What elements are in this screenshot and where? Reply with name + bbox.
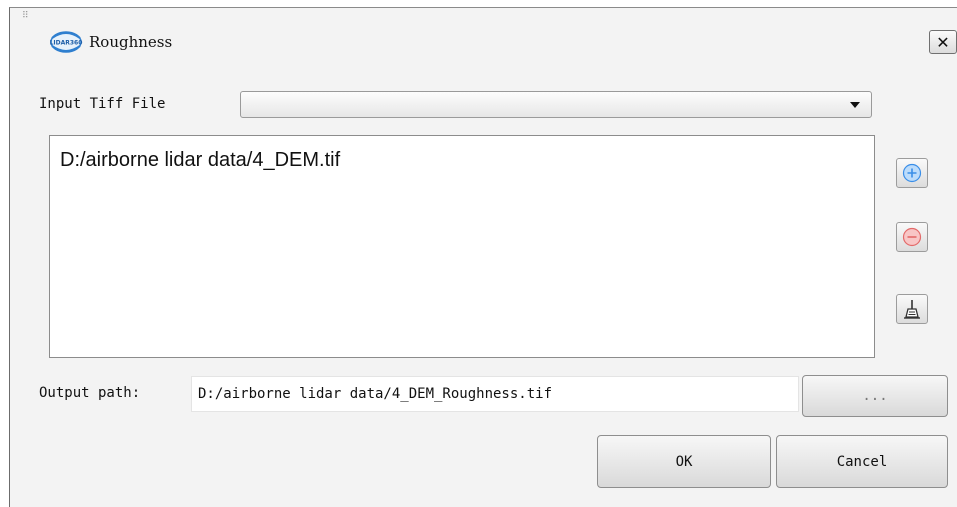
cancel-button[interactable]: Cancel — [776, 435, 948, 488]
browse-button-label: ... — [862, 388, 888, 404]
browse-button[interactable]: ... — [802, 375, 948, 417]
output-path-label: Output path: — [39, 385, 141, 401]
output-path-field[interactable]: D:/airborne lidar data/4_DEM_Roughness.t… — [191, 376, 799, 412]
input-tiff-label: Input Tiff File — [39, 96, 166, 112]
app-logo-text: LIDAR360 — [50, 40, 83, 47]
grip-icon: ⠿ — [22, 11, 29, 21]
input-tiff-combobox[interactable] — [240, 91, 872, 118]
chevron-down-icon — [850, 102, 860, 108]
close-button[interactable]: ✕ — [929, 30, 957, 54]
remove-file-button[interactable] — [896, 222, 928, 252]
add-file-button[interactable] — [896, 158, 928, 188]
ok-button-label: OK — [675, 453, 693, 470]
input-file-list[interactable]: D:/airborne lidar data/4_DEM.tif — [49, 135, 875, 358]
close-icon: ✕ — [936, 32, 950, 52]
window-title: Roughness — [89, 33, 173, 51]
roughness-dialog: ⠿ LIDAR360 Roughness ✕ Input Tiff File D… — [9, 7, 957, 507]
file-list-item[interactable]: D:/airborne lidar data/4_DEM.tif — [60, 149, 340, 172]
clear-list-button[interactable] — [896, 294, 928, 324]
ok-button[interactable]: OK — [597, 435, 771, 488]
add-circle-icon — [902, 163, 922, 183]
cancel-button-label: Cancel — [836, 453, 888, 470]
remove-circle-icon — [902, 227, 922, 247]
app-logo-icon: LIDAR360 — [50, 31, 83, 53]
broom-icon — [904, 300, 920, 319]
